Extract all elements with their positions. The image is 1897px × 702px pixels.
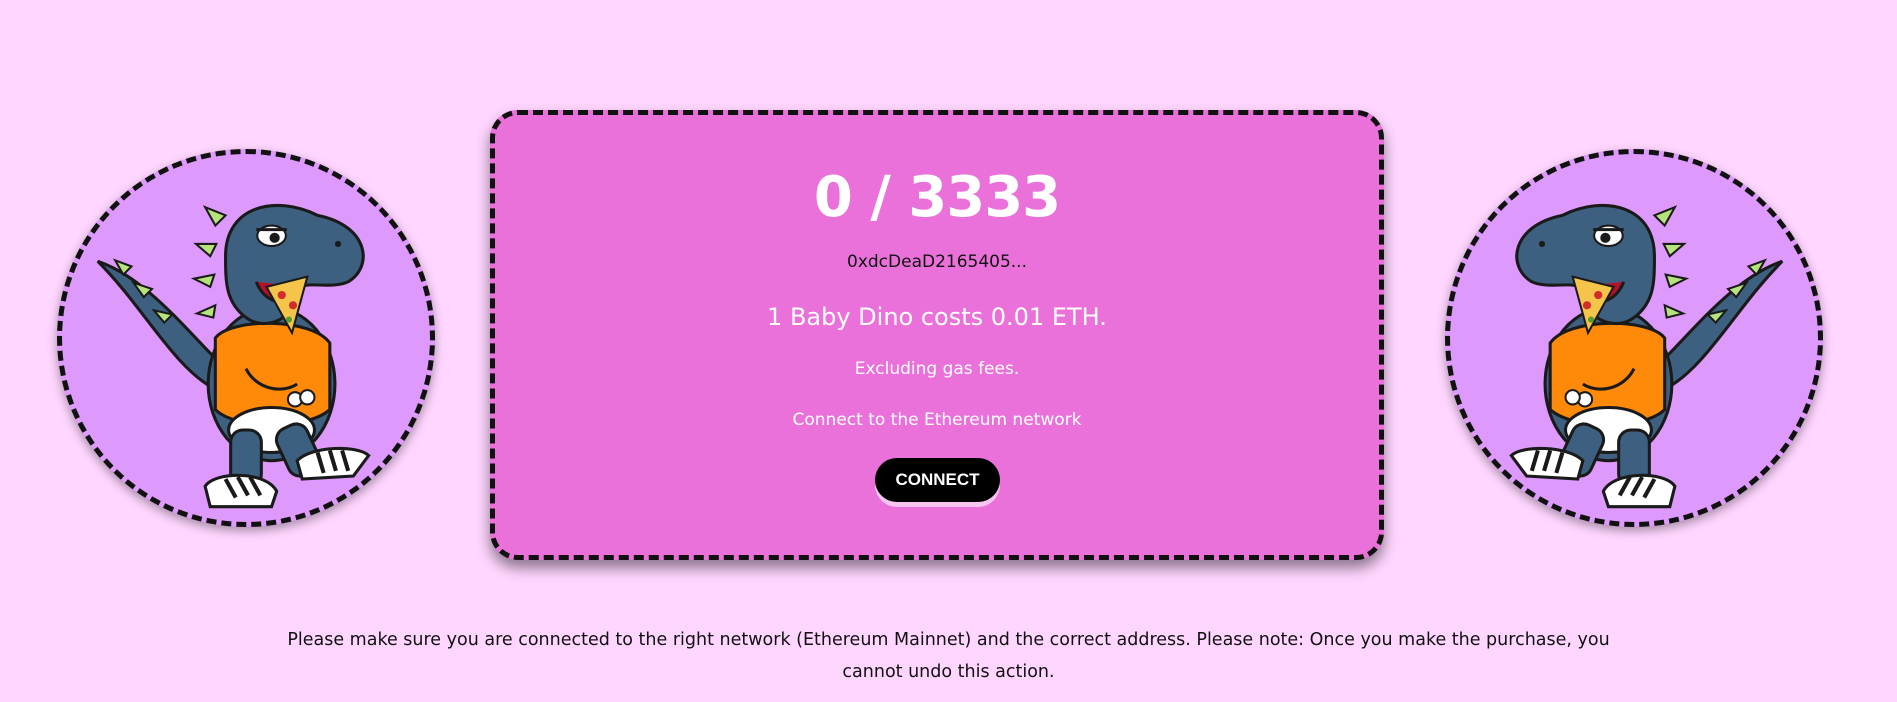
dino-illustration (1509, 203, 1784, 509)
purchase-notice: Please make sure you are connected to th… (287, 630, 1610, 682)
gas-fee-note: Excluding gas fees. (854, 359, 1020, 379)
dino-avatar-right (1445, 149, 1823, 527)
dino-avatar-left (57, 149, 435, 527)
price-text: 1 Baby Dino costs 0.01 ETH. (767, 303, 1107, 331)
connect-button[interactable]: CONNECT (875, 458, 1000, 502)
network-prompt: Connect to the Ethereum network (792, 410, 1082, 430)
dino-illustration (96, 203, 371, 509)
mint-counter: 0 / 3333 (813, 165, 1061, 230)
wallet-address: 0xdcDeaD2165405... (847, 252, 1027, 272)
mint-card: 0 / 3333 0xdcDeaD2165405... 1 Baby Dino … (490, 110, 1384, 560)
